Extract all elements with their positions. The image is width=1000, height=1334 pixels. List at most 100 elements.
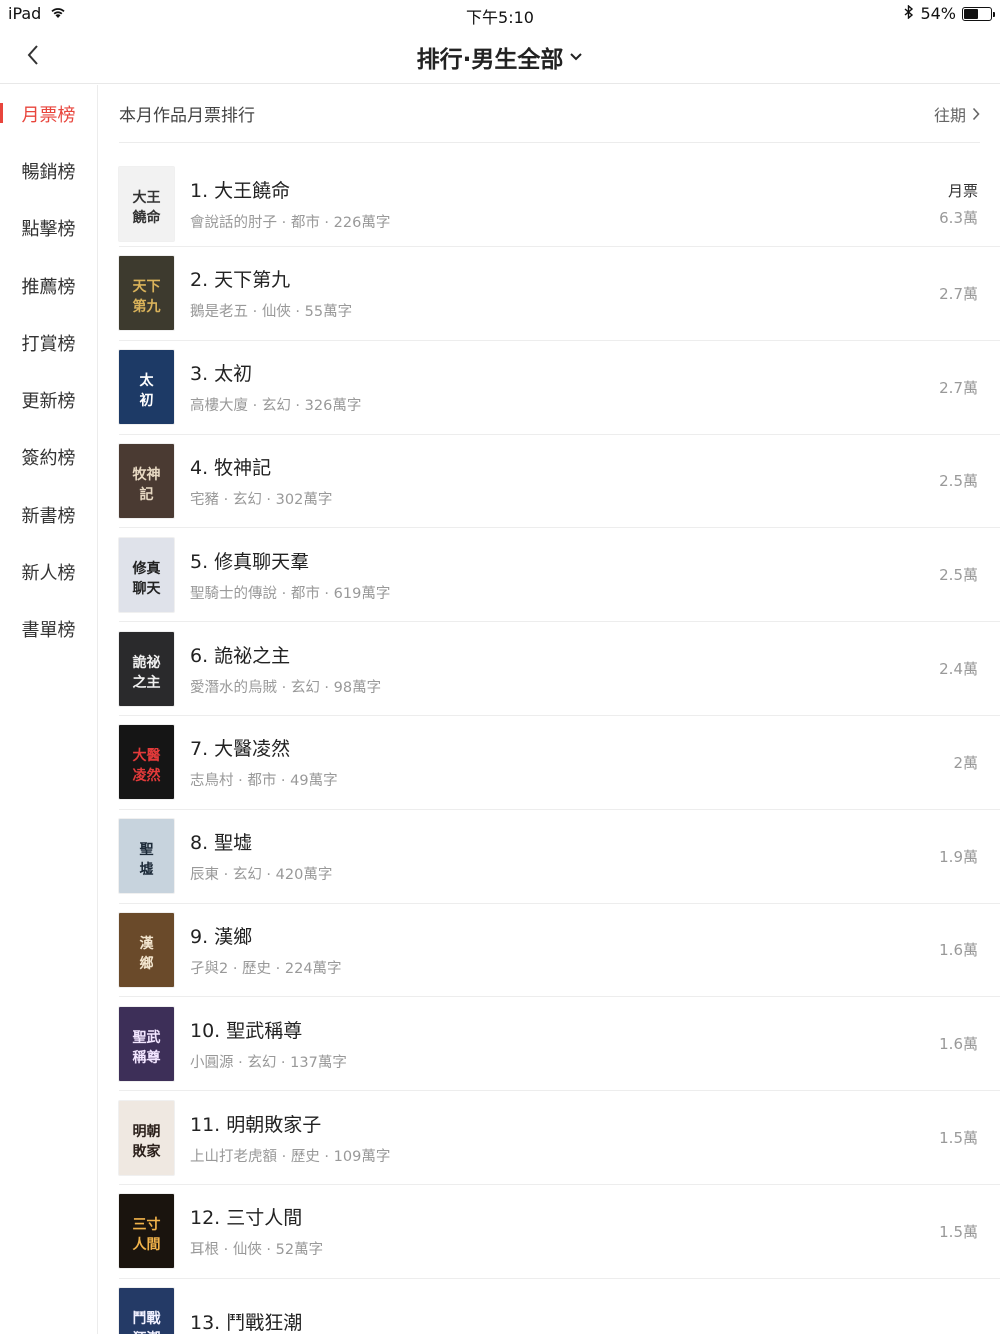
book-title: 10. 聖武稱尊 <box>190 1019 303 1042</box>
book-row[interactable]: 三寸 人間 12. 三寸人間 耳根 · 仙俠 · 52萬字 1.5萬 <box>119 1185 1000 1279</box>
book-row[interactable]: 詭祕 之主 6. 詭祕之主 愛潛水的烏賊 · 玄幻 · 98萬字 2.4萬 <box>119 622 1000 716</box>
page-title: 排行·男生全部 <box>416 47 564 73</box>
book-cover-art: 天下 第九 <box>132 279 161 316</box>
book-cover: 大醫 凌然 <box>119 725 174 800</box>
sidebar-item-label: 暢銷榜 <box>21 161 76 183</box>
book-title: 6. 詭祕之主 <box>190 644 291 667</box>
book-row[interactable]: 太 初 3. 太初 高樓大廈 · 玄幻 · 326萬字 2.7萬 <box>119 341 1000 435</box>
monthly-ticket-stat: 1.5萬 <box>939 1127 978 1148</box>
sidebar-item[interactable]: 月票榜 <box>0 85 97 142</box>
sidebar-item[interactable]: 簽約榜 <box>0 429 97 486</box>
book-info: 3. 太初 高樓大廈 · 玄幻 · 326萬字 <box>190 359 978 415</box>
status-time: 下午5:10 <box>466 8 534 27</box>
section-title: 本月作品月票排行 <box>119 106 255 126</box>
sidebar-item[interactable]: 推薦榜 <box>0 257 97 314</box>
book-meta: 鵝是老五 · 仙俠 · 55萬字 <box>190 304 353 321</box>
sidebar-item[interactable]: 點擊榜 <box>0 200 97 257</box>
book-row[interactable]: 鬥戰 狂潮 13. 鬥戰狂潮 <box>119 1279 1000 1334</box>
monthly-ticket-stat: 2.5萬 <box>939 470 978 491</box>
book-title: 5. 修真聊天羣 <box>190 550 310 573</box>
sidebar-item[interactable]: 暢銷榜 <box>0 142 97 199</box>
book-title: 1. 大王饒命 <box>190 179 291 202</box>
battery-percent: 54% <box>920 4 956 23</box>
sidebar-item[interactable]: 更新榜 <box>0 371 97 428</box>
book-cover: 修真 聊天 <box>119 537 174 612</box>
book-row[interactable]: 大王 饒命 1. 大王饒命 會說話的肘子 · 都市 · 226萬字 月票 6.3萬 <box>119 161 1000 247</box>
book-info: 8. 聖墟 辰東 · 玄幻 · 420萬字 <box>190 828 978 884</box>
category-dropdown[interactable]: 排行·男生全部 <box>417 40 584 74</box>
book-row[interactable]: 漢 鄉 9. 漢鄉孑與2 · 歷史 · 224萬字 1.6萬 <box>119 904 1000 998</box>
book-cover-art: 大王 饒命 <box>132 189 161 226</box>
sidebar-item-label: 點擊榜 <box>21 219 76 241</box>
book-title: 11. 明朝敗家子 <box>190 1113 322 1136</box>
monthly-ticket-count: 1.5萬 <box>939 1129 978 1148</box>
monthly-ticket-count: 1.5萬 <box>939 1222 978 1241</box>
sidebar-item[interactable]: 打賞榜 <box>0 314 97 371</box>
sidebar-item-label: 打賞榜 <box>21 333 76 355</box>
book-meta: 孑與2 · 歷史 · 224萬字 <box>190 960 342 977</box>
monthly-ticket-count: 2.4萬 <box>939 660 978 679</box>
monthly-ticket-stat: 月票 6.3萬 <box>939 180 978 228</box>
chevron-down-icon <box>570 53 583 61</box>
sidebar-item[interactable]: 新書榜 <box>0 486 97 543</box>
book-info: 10. 聖武稱尊 小圓源 · 玄幻 · 137萬字 <box>190 1016 978 1072</box>
monthly-ticket-count: 2.5萬 <box>939 566 978 585</box>
monthly-ticket-count: 1.9萬 <box>939 847 978 866</box>
book-row[interactable]: 修真 聊天 5. 修真聊天羣 聖騎士的傳說 · 都市 · 619萬字 2.5萬 <box>119 528 1000 623</box>
book-info: 13. 鬥戰狂潮 <box>190 1308 978 1334</box>
book-cover-art: 鬥戰 狂潮 <box>132 1311 161 1334</box>
main-content: 本月作品月票排行 往期 大王 饒命 1. 大王饒命 會說話的肘子 · 都市 · 22… <box>99 85 1000 1334</box>
battery-icon <box>962 6 995 21</box>
book-row[interactable]: 牧神 記 4. 牧神記 宅豬 · 玄幻 · 302萬字 2.5萬 <box>119 435 1000 529</box>
book-row[interactable]: 天下 第九 2. 天下第九 鵝是老五 · 仙俠 · 55萬字 2.7萬 <box>119 247 1000 341</box>
book-info: 11. 明朝敗家子上山打老虎額 · 歷史 · 109萬字 <box>190 1110 978 1166</box>
book-list: 大王 饒命 1. 大王饒命 會說話的肘子 · 都市 · 226萬字 月票 6.3萬天下 … <box>119 161 1000 1334</box>
nav-bar: 排行·男生全部 <box>0 28 1000 84</box>
nav-title-area: 排行·男生全部 <box>0 40 1000 74</box>
monthly-ticket-label: 月票 <box>947 181 978 200</box>
book-info: 6. 詭祕之主 愛潛水的烏賊 · 玄幻 · 98萬字 <box>190 641 978 697</box>
book-meta: 上山打老虎額 · 歷史 · 109萬字 <box>190 1148 391 1165</box>
book-info: 2. 天下第九鵝是老五 · 仙俠 · 55萬字 <box>190 265 978 321</box>
book-row[interactable]: 明朝 敗家 11. 明朝敗家子 上山打老虎額 · 歷史 · 109萬字 1.5萬 <box>119 1091 1000 1185</box>
book-cover: 明朝 敗家 <box>119 1100 174 1175</box>
status-right: 54% <box>904 4 995 23</box>
past-issues-link[interactable]: 往期 <box>934 102 980 126</box>
monthly-ticket-stat: 2.7萬 <box>939 283 978 304</box>
sidebar-item-label: 推薦榜 <box>21 276 76 298</box>
book-cover-art: 漢 鄉 <box>139 935 154 972</box>
book-row[interactable]: 大醫 凌然 7. 大醫凌然 志鳥村 · 都市 · 49萬字 2萬 <box>119 716 1000 810</box>
monthly-ticket-count: 6.3萬 <box>939 208 978 227</box>
book-meta: 志鳥村 · 都市 · 49萬字 <box>190 773 338 790</box>
book-info: 7. 大醫凌然志鳥村 · 都市 · 49萬字 <box>190 734 978 790</box>
sidebar-item[interactable]: 書單榜 <box>0 601 97 658</box>
book-title: 7. 大醫凌然 <box>190 738 291 761</box>
monthly-ticket-count: 1.6萬 <box>939 941 978 960</box>
book-row[interactable]: 聖武 稱尊 10. 聖武稱尊 小圓源 · 玄幻 · 137萬字 1.6萬 <box>119 997 1000 1092</box>
book-info: 4. 牧神記 宅豬 · 玄幻 · 302萬字 <box>190 453 978 509</box>
monthly-ticket-stat: 2萬 <box>953 752 978 773</box>
monthly-ticket-stat: 1.6萬 <box>939 939 978 960</box>
book-cover-art: 牧神 記 <box>132 466 161 503</box>
book-cover: 聖武 稱尊 <box>119 1006 174 1081</box>
book-cover: 漢 鄉 <box>119 912 174 987</box>
sidebar-item[interactable]: 新人榜 <box>0 543 97 600</box>
book-title: 4. 牧神記 <box>190 456 272 479</box>
sidebar-item-label: 新人榜 <box>21 563 76 585</box>
book-info: 1. 大王饒命 會說話的肘子 · 都市 · 226萬字 <box>190 176 978 232</box>
status-bar: iPad 下午5:10 54% <box>0 0 1000 28</box>
sidebar-item-label: 更新榜 <box>21 391 76 413</box>
sidebar-item-label: 新書榜 <box>21 505 76 527</box>
book-title: 9. 漢鄉 <box>190 925 253 948</box>
monthly-ticket-stat: 2.5萬 <box>939 564 978 585</box>
sidebar-item-label: 月票榜 <box>21 104 76 126</box>
battery-fill <box>964 8 979 19</box>
book-row[interactable]: 聖 墟 8. 聖墟 辰東 · 玄幻 · 420萬字 1.9萬 <box>119 810 1000 904</box>
book-meta: 辰東 · 玄幻 · 420萬字 <box>190 867 333 884</box>
sidebar-item-label: 書單榜 <box>21 620 76 642</box>
bluetooth-icon <box>904 4 914 23</box>
monthly-ticket-count: 2.5萬 <box>939 472 978 491</box>
book-title: 13. 鬥戰狂潮 <box>190 1311 303 1334</box>
book-meta: 高樓大廈 · 玄幻 · 326萬字 <box>190 398 362 415</box>
book-title: 2. 天下第九 <box>190 269 291 292</box>
